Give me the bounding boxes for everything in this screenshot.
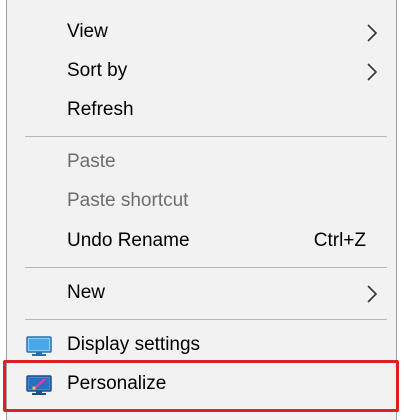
menu-item-view[interactable]: View xyxy=(7,13,398,51)
menu-item-label: Paste shortcut xyxy=(67,190,189,211)
menu-item-sort-by[interactable]: Sort by xyxy=(7,52,398,90)
menu-item-paste: Paste xyxy=(7,143,398,181)
desktop-context-menu: View Sort by Refresh Paste Paste shortcu… xyxy=(6,0,397,420)
menu-item-undo-rename[interactable]: Undo Rename Ctrl+Z xyxy=(7,222,398,260)
chevron-right-icon xyxy=(367,63,378,81)
chevron-right-icon xyxy=(367,24,378,42)
menu-item-label: Paste xyxy=(67,151,116,172)
menu-item-label: Undo Rename xyxy=(67,230,190,251)
shortcut-text: Ctrl+Z xyxy=(313,230,366,251)
menu-item-label: Display settings xyxy=(67,334,201,355)
menu-item-display-settings[interactable]: Display settings xyxy=(7,326,398,364)
display-settings-icon xyxy=(26,336,52,356)
menu-item-new[interactable]: New xyxy=(7,274,398,312)
menu-item-label: Refresh xyxy=(67,99,134,120)
personalize-icon xyxy=(26,375,52,395)
menu-item-paste-shortcut: Paste shortcut xyxy=(7,182,398,220)
menu-item-label: New xyxy=(67,282,106,303)
menu-separator xyxy=(25,136,387,137)
menu-item-refresh[interactable]: Refresh xyxy=(7,91,398,129)
menu-item-label: View xyxy=(67,21,108,42)
menu-separator xyxy=(25,319,387,320)
chevron-right-icon xyxy=(367,285,378,303)
menu-item-personalize[interactable]: Personalize xyxy=(7,365,398,403)
menu-separator xyxy=(25,267,387,268)
menu-item-label: Sort by xyxy=(67,60,128,81)
menu-item-label: Personalize xyxy=(67,373,167,394)
